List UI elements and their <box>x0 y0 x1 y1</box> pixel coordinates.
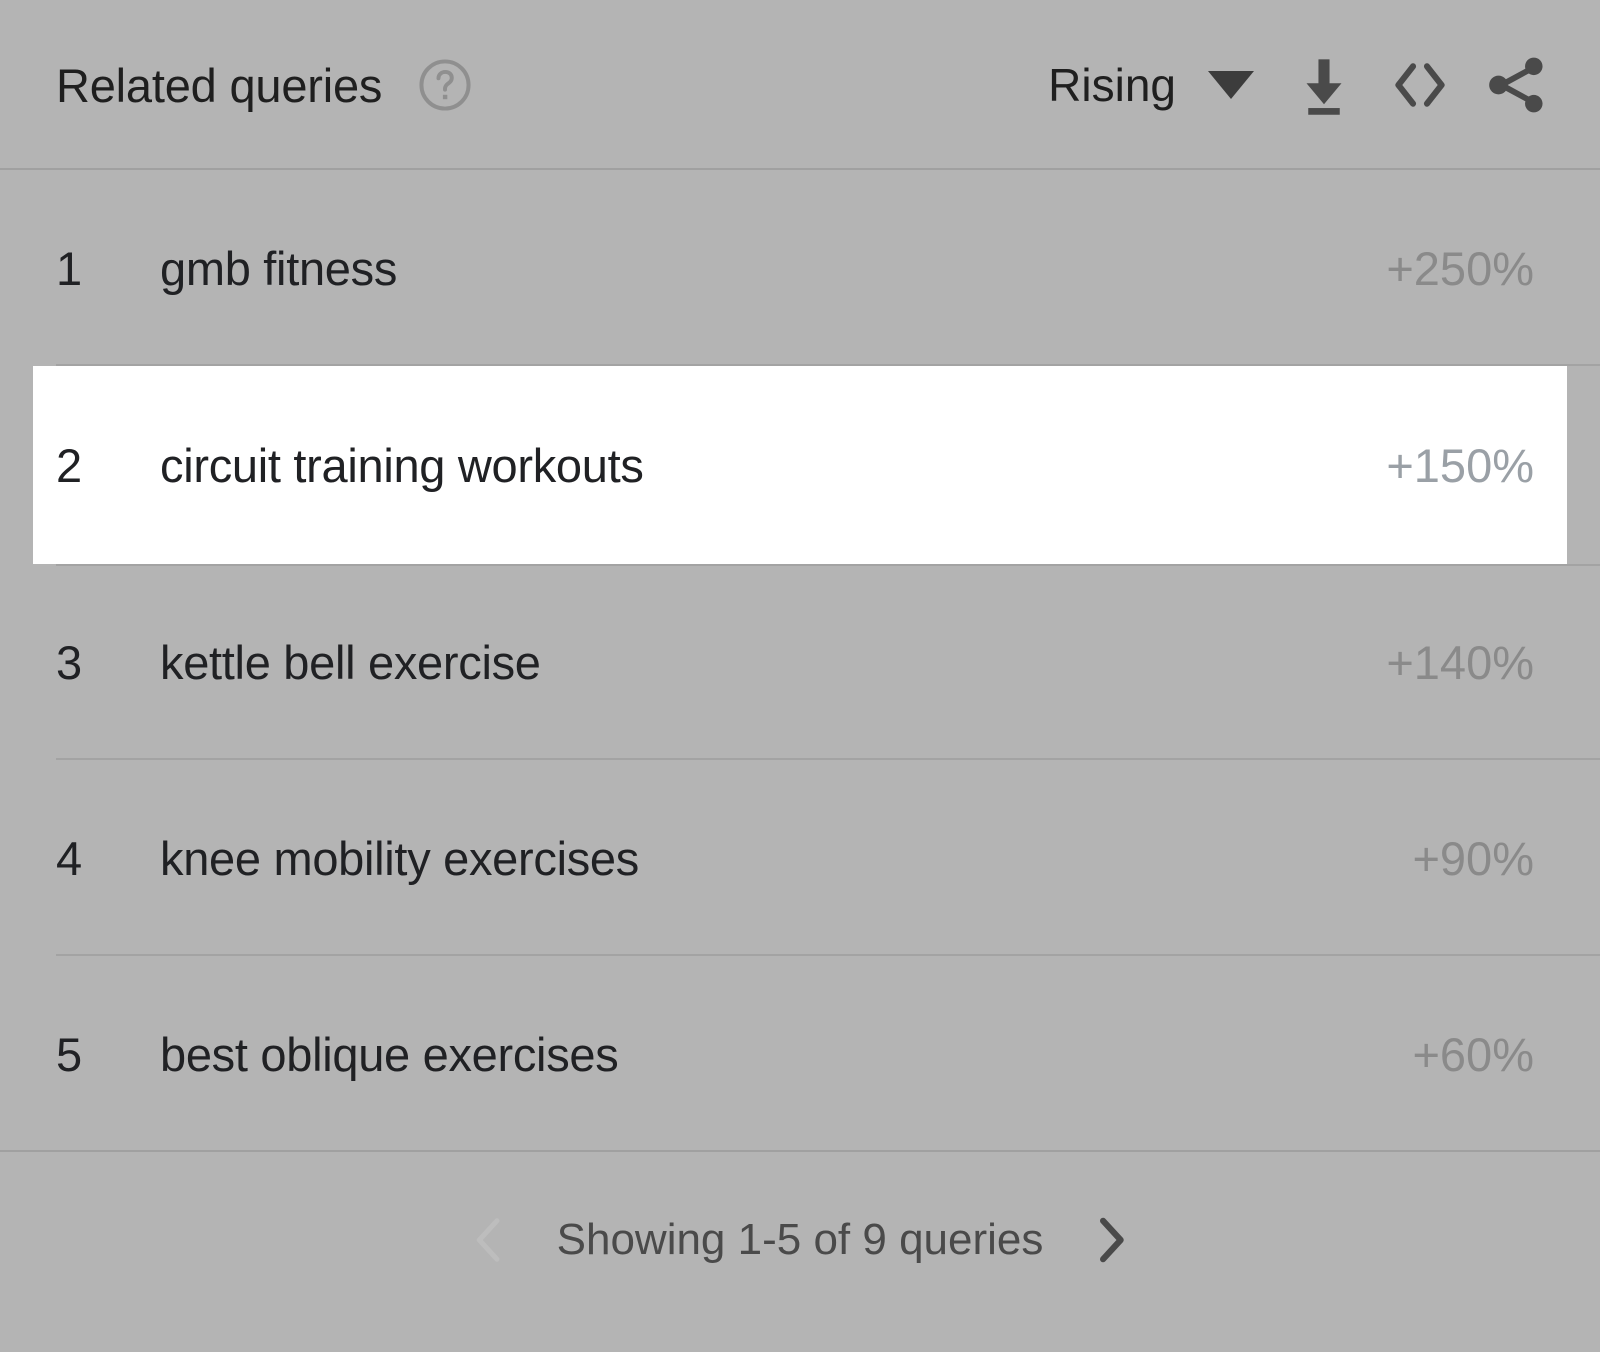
embed-button[interactable] <box>1372 37 1468 133</box>
download-icon <box>1306 59 1342 115</box>
chevron-right-icon <box>1100 1217 1125 1263</box>
share-button[interactable] <box>1468 37 1564 133</box>
widget-header: Related queries Rising <box>0 0 1600 170</box>
row-query: circuit training workouts <box>160 438 644 492</box>
pagination: Showing 1-5 of 9 queries <box>0 1152 1600 1328</box>
table-row[interactable]: 2 circuit training workouts +150% <box>33 366 1567 564</box>
row-query: kettle bell exercise <box>160 635 541 689</box>
query-list: 1 gmb fitness +250% 2 circuit training w… <box>0 170 1600 1152</box>
pagination-status: Showing 1-5 of 9 queries <box>556 1215 1044 1264</box>
table-row[interactable]: 3 kettle bell exercise +140% <box>0 564 1600 760</box>
row-divider <box>56 564 1600 566</box>
page-title: Related queries <box>56 58 383 112</box>
row-rank: 5 <box>56 1027 83 1081</box>
row-query: knee mobility exercises <box>160 831 639 885</box>
next-page-button[interactable] <box>1065 1195 1155 1285</box>
table-row[interactable]: 1 gmb fitness +250% <box>0 170 1600 366</box>
row-delta: +250% <box>1386 241 1534 295</box>
share-icon <box>1489 57 1543 113</box>
row-rank: 3 <box>56 635 83 689</box>
row-query: best oblique exercises <box>160 1027 619 1081</box>
row-delta: +60% <box>1412 1027 1534 1081</box>
sort-order-label: Rising <box>1048 59 1176 111</box>
row-rank: 2 <box>56 438 83 492</box>
prev-page-button[interactable] <box>445 1195 535 1285</box>
row-delta: +150% <box>1386 438 1534 492</box>
chevron-left-icon <box>476 1218 500 1262</box>
row-query: gmb fitness <box>160 241 398 295</box>
table-row[interactable]: 5 best oblique exercises +60% <box>0 956 1600 1152</box>
row-delta: +90% <box>1412 831 1534 885</box>
help-circle-icon[interactable] <box>416 56 474 114</box>
embed-code-icon <box>1395 63 1445 107</box>
related-queries-widget: Related queries Rising 1 gmb fitness +25… <box>0 0 1600 1352</box>
download-button[interactable] <box>1276 37 1372 133</box>
chevron-down-icon <box>1208 71 1254 99</box>
sort-order-select[interactable]: Rising <box>1048 58 1254 112</box>
row-rank: 4 <box>56 831 83 885</box>
row-rank: 1 <box>56 241 83 295</box>
table-row[interactable]: 4 knee mobility exercises +90% <box>0 760 1600 956</box>
row-delta: +140% <box>1386 635 1534 689</box>
header-actions: Rising <box>1048 37 1564 133</box>
